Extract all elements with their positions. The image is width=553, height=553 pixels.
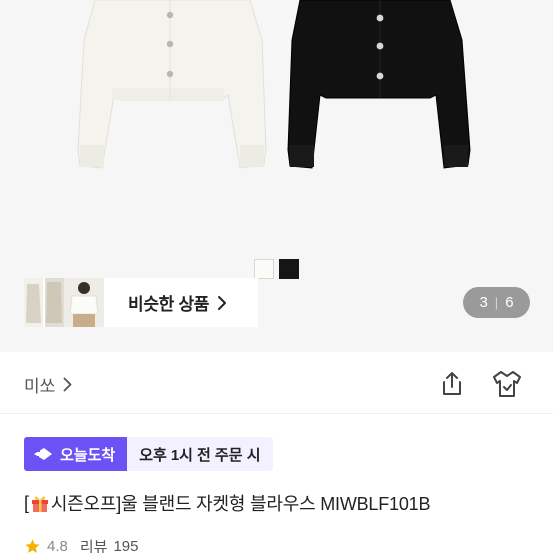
review-label: 리뷰 — [79, 539, 108, 553]
delivery-text-after: 전 주문 시 — [196, 446, 261, 464]
similar-thumbnails — [24, 278, 104, 327]
today-delivery-badge: 오늘도착 — [24, 437, 128, 471]
title-tag: 시즌오프] — [50, 494, 122, 514]
review-count: 195 — [113, 538, 139, 553]
delivery-tag: 오늘도착 오후 1시 전 주문 시 — [24, 437, 273, 471]
chevron-right-icon — [218, 295, 227, 310]
image-page-counter: 3 | 6 — [463, 287, 530, 318]
product-image-gallery[interactable]: 비슷한 상품 3 | 6 — [0, 0, 553, 352]
brand-row: 미쏘 — [0, 352, 553, 414]
fast-delivery-icon — [32, 448, 52, 460]
star-icon — [25, 539, 40, 553]
total-pages: 6 — [505, 294, 514, 311]
rating-row[interactable]: 4.8 리뷰 195 — [24, 536, 139, 553]
delivery-text-before: 오후 — [139, 446, 167, 464]
current-page: 3 — [479, 294, 488, 311]
add-to-closet-button[interactable] — [490, 368, 524, 400]
brand-name: 미쏘 — [24, 377, 56, 396]
similar-products-button[interactable]: 비슷한 상품 — [24, 278, 258, 327]
clothes-hanger-icon — [493, 371, 521, 397]
similar-thumbnail — [24, 278, 64, 327]
white-jacket-image — [77, 0, 471, 169]
delivery-cutoff-text: 오후 1시 전 주문 시 — [127, 437, 273, 471]
delivery-badge-label: 오늘도착 — [60, 446, 116, 464]
rating-score: 4.8 — [47, 538, 68, 553]
chevron-right-icon — [63, 377, 72, 392]
gift-icon — [31, 496, 48, 512]
product-title: [ 시즌오프] 울 블랜드 자켓형 블라우스 MIWBLF101B — [24, 490, 430, 516]
similar-thumbnail — [64, 278, 104, 327]
similar-products-label: 비슷한 상품 — [128, 295, 210, 314]
swatch-black[interactable] — [279, 259, 299, 279]
color-swatches — [254, 259, 299, 279]
counter-divider: | — [494, 295, 499, 310]
swatch-white[interactable] — [254, 259, 274, 279]
title-text: 울 블랜드 자켓형 블라우스 MIWBLF101B — [121, 494, 431, 514]
title-bracket: [ — [24, 492, 29, 513]
share-button[interactable] — [438, 370, 466, 398]
share-icon — [443, 372, 461, 395]
delivery-time: 1시 — [170, 446, 193, 464]
brand-link[interactable]: 미쏘 — [24, 372, 72, 397]
